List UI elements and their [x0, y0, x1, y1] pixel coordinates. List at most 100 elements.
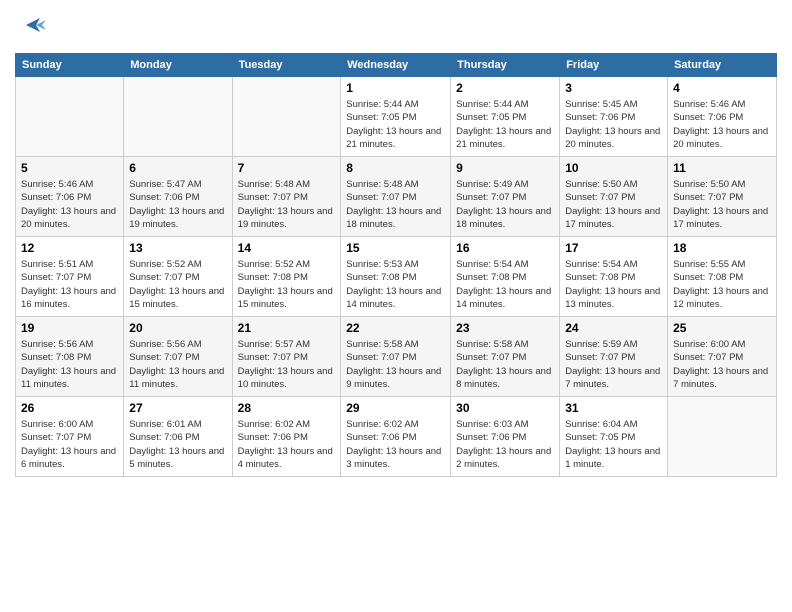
calendar-cell: 22 Sunrise: 5:58 AMSunset: 7:07 PMDayligh… [341, 317, 451, 397]
day-number: 16 [456, 241, 554, 255]
day-number: 11 [673, 161, 771, 175]
day-header-saturday: Saturday [668, 54, 777, 77]
day-info: Sunrise: 5:56 AMSunset: 7:07 PMDaylight:… [129, 338, 226, 391]
calendar-cell [16, 77, 124, 157]
calendar-cell: 9 Sunrise: 5:49 AMSunset: 7:07 PMDaylight… [451, 157, 560, 237]
calendar-cell: 7 Sunrise: 5:48 AMSunset: 7:07 PMDaylight… [232, 157, 341, 237]
calendar-cell: 16 Sunrise: 5:54 AMSunset: 7:08 PMDayligh… [451, 237, 560, 317]
calendar-cell: 11 Sunrise: 5:50 AMSunset: 7:07 PMDayligh… [668, 157, 777, 237]
day-info: Sunrise: 5:54 AMSunset: 7:08 PMDaylight:… [565, 258, 662, 311]
day-number: 15 [346, 241, 445, 255]
calendar-week-row: 19 Sunrise: 5:56 AMSunset: 7:08 PMDayligh… [16, 317, 777, 397]
page-container: SundayMondayTuesdayWednesdayThursdayFrid… [0, 0, 792, 612]
day-number: 28 [238, 401, 336, 415]
day-info: Sunrise: 5:51 AMSunset: 7:07 PMDaylight:… [21, 258, 118, 311]
calendar-cell [124, 77, 232, 157]
day-number: 23 [456, 321, 554, 335]
day-info: Sunrise: 6:01 AMSunset: 7:06 PMDaylight:… [129, 418, 226, 471]
logo-bird-icon [18, 10, 48, 40]
day-header-thursday: Thursday [451, 54, 560, 77]
calendar-cell: 6 Sunrise: 5:47 AMSunset: 7:06 PMDaylight… [124, 157, 232, 237]
calendar-cell: 30Sunrise: 6:03 AMSunset: 7:06 PMDayligh… [451, 397, 560, 477]
day-info: Sunrise: 5:50 AMSunset: 7:07 PMDaylight:… [673, 178, 771, 231]
day-info: Sunrise: 5:48 AMSunset: 7:07 PMDaylight:… [238, 178, 336, 231]
calendar-week-row: 12 Sunrise: 5:51 AMSunset: 7:07 PMDayligh… [16, 237, 777, 317]
calendar-cell: 10 Sunrise: 5:50 AMSunset: 7:07 PMDayligh… [560, 157, 668, 237]
day-number: 3 [565, 81, 662, 95]
day-number: 2 [456, 81, 554, 95]
day-info: Sunrise: 5:47 AMSunset: 7:06 PMDaylight:… [129, 178, 226, 231]
day-info: Sunrise: 5:58 AMSunset: 7:07 PMDaylight:… [456, 338, 554, 391]
calendar-header-row: SundayMondayTuesdayWednesdayThursdayFrid… [16, 54, 777, 77]
day-number: 26 [21, 401, 118, 415]
day-number: 21 [238, 321, 336, 335]
day-info: Sunrise: 5:59 AMSunset: 7:07 PMDaylight:… [565, 338, 662, 391]
day-info: Sunrise: 6:02 AMSunset: 7:06 PMDaylight:… [346, 418, 445, 471]
calendar-cell: 25 Sunrise: 6:00 AMSunset: 7:07 PMDayligh… [668, 317, 777, 397]
calendar-cell: 21 Sunrise: 5:57 AMSunset: 7:07 PMDayligh… [232, 317, 341, 397]
day-info: Sunrise: 5:50 AMSunset: 7:07 PMDaylight:… [565, 178, 662, 231]
day-header-monday: Monday [124, 54, 232, 77]
day-number: 6 [129, 161, 226, 175]
calendar-week-row: 1Sunrise: 5:44 AMSunset: 7:05 PMDaylight… [16, 77, 777, 157]
calendar-cell: 24 Sunrise: 5:59 AMSunset: 7:07 PMDayligh… [560, 317, 668, 397]
day-number: 25 [673, 321, 771, 335]
calendar-cell: 8Sunrise: 5:48 AMSunset: 7:07 PMDaylight… [341, 157, 451, 237]
day-info: Sunrise: 5:56 AMSunset: 7:08 PMDaylight:… [21, 338, 118, 391]
day-number: 13 [129, 241, 226, 255]
day-info: Sunrise: 6:00 AMSunset: 7:07 PMDaylight:… [673, 338, 771, 391]
calendar-week-row: 5 Sunrise: 5:46 AMSunset: 7:06 PMDaylight… [16, 157, 777, 237]
calendar-cell: 13 Sunrise: 5:52 AMSunset: 7:07 PMDayligh… [124, 237, 232, 317]
day-number: 8 [346, 161, 445, 175]
day-info: Sunrise: 6:04 AMSunset: 7:05 PMDaylight:… [565, 418, 662, 471]
day-info: Sunrise: 5:46 AMSunset: 7:06 PMDaylight:… [673, 98, 771, 151]
day-info: Sunrise: 5:49 AMSunset: 7:07 PMDaylight:… [456, 178, 554, 231]
day-number: 14 [238, 241, 336, 255]
day-number: 10 [565, 161, 662, 175]
day-info: Sunrise: 5:57 AMSunset: 7:07 PMDaylight:… [238, 338, 336, 391]
day-info: Sunrise: 5:52 AMSunset: 7:07 PMDaylight:… [129, 258, 226, 311]
day-info: Sunrise: 5:44 AMSunset: 7:05 PMDaylight:… [346, 98, 445, 151]
calendar-cell: 2 Sunrise: 5:44 AMSunset: 7:05 PMDaylight… [451, 77, 560, 157]
calendar-cell [232, 77, 341, 157]
day-number: 24 [565, 321, 662, 335]
calendar-cell [668, 397, 777, 477]
day-info: Sunrise: 6:00 AMSunset: 7:07 PMDaylight:… [21, 418, 118, 471]
day-info: Sunrise: 6:02 AMSunset: 7:06 PMDaylight:… [238, 418, 336, 471]
day-number: 19 [21, 321, 118, 335]
day-info: Sunrise: 5:46 AMSunset: 7:06 PMDaylight:… [21, 178, 118, 231]
calendar-cell: 1Sunrise: 5:44 AMSunset: 7:05 PMDaylight… [341, 77, 451, 157]
calendar-cell: 3 Sunrise: 5:45 AMSunset: 7:06 PMDaylight… [560, 77, 668, 157]
calendar-cell: 23 Sunrise: 5:58 AMSunset: 7:07 PMDayligh… [451, 317, 560, 397]
calendar-cell: 14 Sunrise: 5:52 AMSunset: 7:08 PMDayligh… [232, 237, 341, 317]
day-number: 27 [129, 401, 226, 415]
calendar-cell: 17Sunrise: 5:54 AMSunset: 7:08 PMDayligh… [560, 237, 668, 317]
day-number: 31 [565, 401, 662, 415]
day-number: 20 [129, 321, 226, 335]
calendar-cell: 12 Sunrise: 5:51 AMSunset: 7:07 PMDayligh… [16, 237, 124, 317]
day-number: 29 [346, 401, 445, 415]
logo [15, 10, 48, 45]
day-info: Sunrise: 6:03 AMSunset: 7:06 PMDaylight:… [456, 418, 554, 471]
day-number: 12 [21, 241, 118, 255]
day-info: Sunrise: 5:52 AMSunset: 7:08 PMDaylight:… [238, 258, 336, 311]
day-number: 4 [673, 81, 771, 95]
day-header-sunday: Sunday [16, 54, 124, 77]
calendar-cell: 29 Sunrise: 6:02 AMSunset: 7:06 PMDayligh… [341, 397, 451, 477]
day-info: Sunrise: 5:53 AMSunset: 7:08 PMDaylight:… [346, 258, 445, 311]
day-number: 9 [456, 161, 554, 175]
day-info: Sunrise: 5:55 AMSunset: 7:08 PMDaylight:… [673, 258, 771, 311]
calendar-cell: 18Sunrise: 5:55 AMSunset: 7:08 PMDayligh… [668, 237, 777, 317]
calendar-table: SundayMondayTuesdayWednesdayThursdayFrid… [15, 53, 777, 477]
day-info: Sunrise: 5:44 AMSunset: 7:05 PMDaylight:… [456, 98, 554, 151]
day-number: 7 [238, 161, 336, 175]
day-number: 5 [21, 161, 118, 175]
day-info: Sunrise: 5:54 AMSunset: 7:08 PMDaylight:… [456, 258, 554, 311]
day-header-friday: Friday [560, 54, 668, 77]
day-info: Sunrise: 5:58 AMSunset: 7:07 PMDaylight:… [346, 338, 445, 391]
day-number: 22 [346, 321, 445, 335]
calendar-cell: 19 Sunrise: 5:56 AMSunset: 7:08 PMDayligh… [16, 317, 124, 397]
calendar-cell: 28 Sunrise: 6:02 AMSunset: 7:06 PMDayligh… [232, 397, 341, 477]
day-info: Sunrise: 5:45 AMSunset: 7:06 PMDaylight:… [565, 98, 662, 151]
day-header-wednesday: Wednesday [341, 54, 451, 77]
